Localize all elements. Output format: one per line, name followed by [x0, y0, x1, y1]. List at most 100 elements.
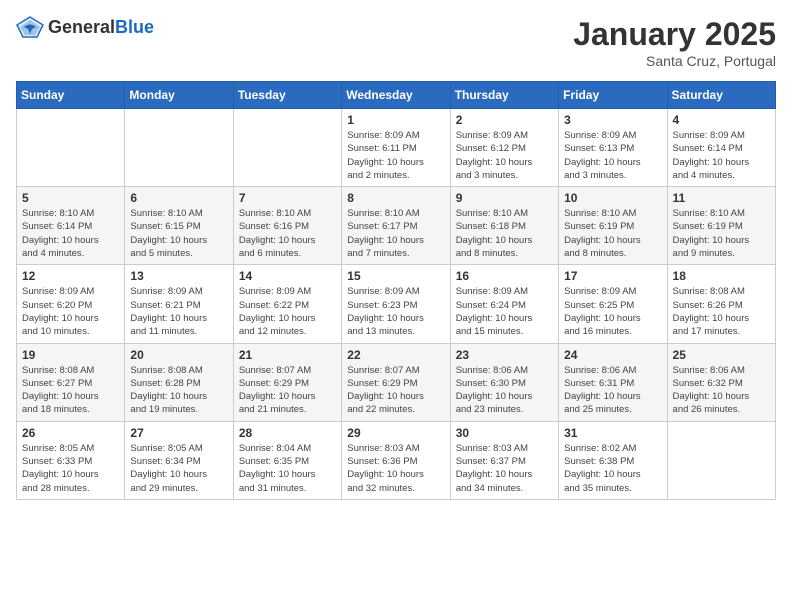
day-info: Sunrise: 8:06 AM Sunset: 6:30 PM Dayligh…: [456, 364, 553, 417]
weekday-header-saturday: Saturday: [667, 82, 775, 109]
calendar-day: 7 Sunrise: 8:10 AM Sunset: 6:16 PM Daylig…: [233, 187, 341, 265]
calendar-day: 10 Sunrise: 8:10 AM Sunset: 6:19 PM Dayli…: [559, 187, 667, 265]
calendar-day: 12 Sunrise: 8:09 AM Sunset: 6:20 PM Dayli…: [17, 265, 125, 343]
weekday-header-sunday: Sunday: [17, 82, 125, 109]
calendar-day: 13 Sunrise: 8:09 AM Sunset: 6:21 PM Dayli…: [125, 265, 233, 343]
day-number: 4: [673, 113, 770, 127]
day-info: Sunrise: 8:10 AM Sunset: 6:15 PM Dayligh…: [130, 207, 227, 260]
day-info: Sunrise: 8:07 AM Sunset: 6:29 PM Dayligh…: [239, 364, 336, 417]
calendar-day: 4 Sunrise: 8:09 AM Sunset: 6:14 PM Daylig…: [667, 109, 775, 187]
calendar-day: 28 Sunrise: 8:04 AM Sunset: 6:35 PM Dayli…: [233, 421, 341, 499]
day-number: 16: [456, 269, 553, 283]
title-block: January 2025 Santa Cruz, Portugal: [573, 16, 776, 69]
day-number: 15: [347, 269, 444, 283]
day-info: Sunrise: 8:09 AM Sunset: 6:24 PM Dayligh…: [456, 285, 553, 338]
weekday-header-monday: Monday: [125, 82, 233, 109]
calendar-day: 14 Sunrise: 8:09 AM Sunset: 6:22 PM Dayli…: [233, 265, 341, 343]
day-info: Sunrise: 8:09 AM Sunset: 6:23 PM Dayligh…: [347, 285, 444, 338]
day-number: 22: [347, 348, 444, 362]
day-info: Sunrise: 8:10 AM Sunset: 6:16 PM Dayligh…: [239, 207, 336, 260]
day-number: 8: [347, 191, 444, 205]
day-info: Sunrise: 8:08 AM Sunset: 6:26 PM Dayligh…: [673, 285, 770, 338]
day-info: Sunrise: 8:09 AM Sunset: 6:14 PM Dayligh…: [673, 129, 770, 182]
calendar-week-2: 5 Sunrise: 8:10 AM Sunset: 6:14 PM Daylig…: [17, 187, 776, 265]
calendar-day: [667, 421, 775, 499]
day-number: 29: [347, 426, 444, 440]
calendar-day: 27 Sunrise: 8:05 AM Sunset: 6:34 PM Dayli…: [125, 421, 233, 499]
day-number: 14: [239, 269, 336, 283]
day-info: Sunrise: 8:10 AM Sunset: 6:19 PM Dayligh…: [673, 207, 770, 260]
calendar-day: 15 Sunrise: 8:09 AM Sunset: 6:23 PM Dayli…: [342, 265, 450, 343]
day-number: 26: [22, 426, 119, 440]
day-number: 9: [456, 191, 553, 205]
logo-icon: [16, 16, 44, 38]
day-number: 23: [456, 348, 553, 362]
weekday-header-thursday: Thursday: [450, 82, 558, 109]
day-info: Sunrise: 8:09 AM Sunset: 6:22 PM Dayligh…: [239, 285, 336, 338]
day-info: Sunrise: 8:10 AM Sunset: 6:17 PM Dayligh…: [347, 207, 444, 260]
calendar-day: 25Sunrise: 8:06 AM Sunset: 6:32 PM Dayli…: [667, 343, 775, 421]
day-number: 2: [456, 113, 553, 127]
calendar-day: 19Sunrise: 8:08 AM Sunset: 6:27 PM Dayli…: [17, 343, 125, 421]
calendar-week-3: 12 Sunrise: 8:09 AM Sunset: 6:20 PM Dayli…: [17, 265, 776, 343]
day-info: Sunrise: 8:09 AM Sunset: 6:21 PM Dayligh…: [130, 285, 227, 338]
calendar-day: 11Sunrise: 8:10 AM Sunset: 6:19 PM Dayli…: [667, 187, 775, 265]
day-number: 19: [22, 348, 119, 362]
day-number: 13: [130, 269, 227, 283]
weekday-header-tuesday: Tuesday: [233, 82, 341, 109]
day-number: 20: [130, 348, 227, 362]
day-number: 10: [564, 191, 661, 205]
calendar-day: 8 Sunrise: 8:10 AM Sunset: 6:17 PM Daylig…: [342, 187, 450, 265]
day-number: 7: [239, 191, 336, 205]
day-info: Sunrise: 8:02 AM Sunset: 6:38 PM Dayligh…: [564, 442, 661, 495]
calendar-day: 29 Sunrise: 8:03 AM Sunset: 6:36 PM Dayli…: [342, 421, 450, 499]
day-number: 1: [347, 113, 444, 127]
day-number: 18: [673, 269, 770, 283]
calendar-day: 23 Sunrise: 8:06 AM Sunset: 6:30 PM Dayli…: [450, 343, 558, 421]
day-info: Sunrise: 8:10 AM Sunset: 6:19 PM Dayligh…: [564, 207, 661, 260]
day-info: Sunrise: 8:06 AM Sunset: 6:32 PM Dayligh…: [673, 364, 770, 417]
day-info: Sunrise: 8:09 AM Sunset: 6:13 PM Dayligh…: [564, 129, 661, 182]
calendar-day: 2 Sunrise: 8:09 AM Sunset: 6:12 PM Daylig…: [450, 109, 558, 187]
day-info: Sunrise: 8:09 AM Sunset: 6:20 PM Dayligh…: [22, 285, 119, 338]
day-number: 31: [564, 426, 661, 440]
day-number: 24: [564, 348, 661, 362]
day-number: 5: [22, 191, 119, 205]
calendar-day: [233, 109, 341, 187]
calendar-day: 30Sunrise: 8:03 AM Sunset: 6:37 PM Dayli…: [450, 421, 558, 499]
calendar-week-1: 1 Sunrise: 8:09 AM Sunset: 6:11 PM Daylig…: [17, 109, 776, 187]
calendar-day: [125, 109, 233, 187]
day-number: 17: [564, 269, 661, 283]
day-number: 6: [130, 191, 227, 205]
day-number: 30: [456, 426, 553, 440]
calendar-day: 17 Sunrise: 8:09 AM Sunset: 6:25 PM Dayli…: [559, 265, 667, 343]
day-info: Sunrise: 8:04 AM Sunset: 6:35 PM Dayligh…: [239, 442, 336, 495]
day-info: Sunrise: 8:09 AM Sunset: 6:25 PM Dayligh…: [564, 285, 661, 338]
logo: GeneralBlue: [16, 16, 154, 38]
calendar-day: 9Sunrise: 8:10 AM Sunset: 6:18 PM Daylig…: [450, 187, 558, 265]
day-info: Sunrise: 8:09 AM Sunset: 6:12 PM Dayligh…: [456, 129, 553, 182]
calendar-day: 18 Sunrise: 8:08 AM Sunset: 6:26 PM Dayli…: [667, 265, 775, 343]
day-info: Sunrise: 8:03 AM Sunset: 6:36 PM Dayligh…: [347, 442, 444, 495]
calendar-day: 3Sunrise: 8:09 AM Sunset: 6:13 PM Daylig…: [559, 109, 667, 187]
calendar-table: SundayMondayTuesdayWednesdayThursdayFrid…: [16, 81, 776, 500]
day-number: 28: [239, 426, 336, 440]
day-number: 27: [130, 426, 227, 440]
day-info: Sunrise: 8:10 AM Sunset: 6:14 PM Dayligh…: [22, 207, 119, 260]
day-number: 12: [22, 269, 119, 283]
calendar-week-4: 19Sunrise: 8:08 AM Sunset: 6:27 PM Dayli…: [17, 343, 776, 421]
logo-text: GeneralBlue: [48, 17, 154, 38]
calendar-day: 31 Sunrise: 8:02 AM Sunset: 6:38 PM Dayli…: [559, 421, 667, 499]
calendar-day: 6 Sunrise: 8:10 AM Sunset: 6:15 PM Daylig…: [125, 187, 233, 265]
day-number: 21: [239, 348, 336, 362]
calendar-day: 1 Sunrise: 8:09 AM Sunset: 6:11 PM Daylig…: [342, 109, 450, 187]
day-info: Sunrise: 8:09 AM Sunset: 6:11 PM Dayligh…: [347, 129, 444, 182]
weekday-header-row: SundayMondayTuesdayWednesdayThursdayFrid…: [17, 82, 776, 109]
day-info: Sunrise: 8:07 AM Sunset: 6:29 PM Dayligh…: [347, 364, 444, 417]
calendar-day: 16 Sunrise: 8:09 AM Sunset: 6:24 PM Dayli…: [450, 265, 558, 343]
calendar-week-5: 26Sunrise: 8:05 AM Sunset: 6:33 PM Dayli…: [17, 421, 776, 499]
day-info: Sunrise: 8:08 AM Sunset: 6:28 PM Dayligh…: [130, 364, 227, 417]
day-info: Sunrise: 8:05 AM Sunset: 6:34 PM Dayligh…: [130, 442, 227, 495]
logo-general: General: [48, 17, 115, 37]
month-title: January 2025: [573, 16, 776, 53]
